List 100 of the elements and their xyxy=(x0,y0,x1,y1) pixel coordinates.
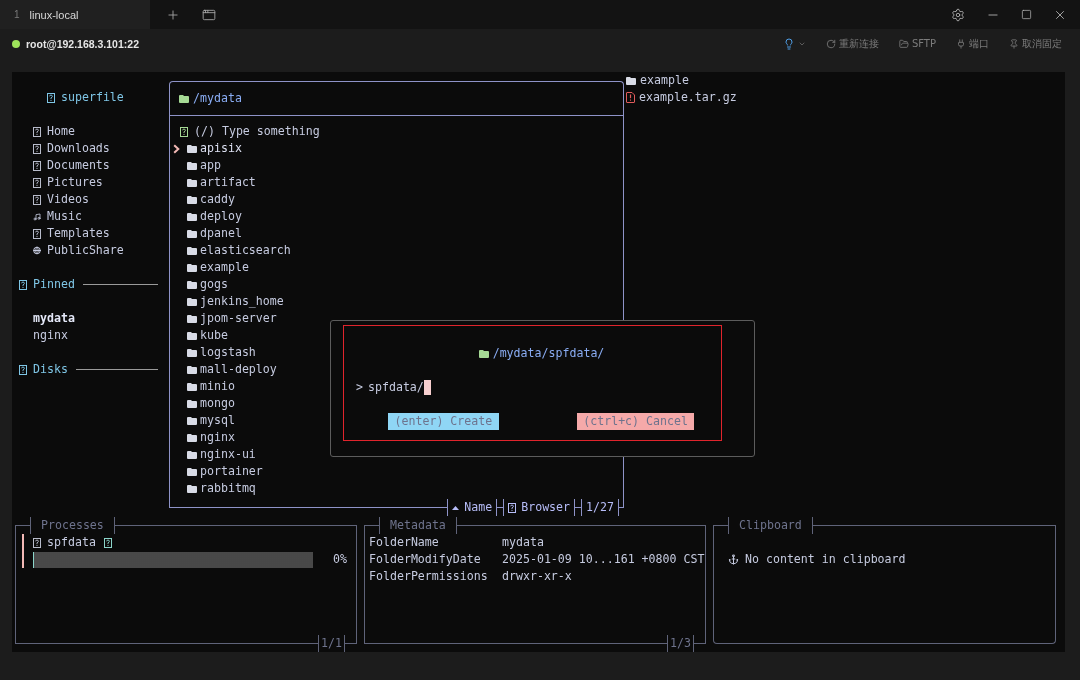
refresh-icon xyxy=(825,38,836,49)
file-item[interactable]: jpom-server xyxy=(170,310,281,327)
empty-message: No content in clipboard xyxy=(745,551,906,568)
pinned-item[interactable]: mydata xyxy=(12,310,169,327)
metadata-key: FolderName xyxy=(369,534,502,551)
missing-glyph-icon xyxy=(33,228,41,239)
file-item[interactable]: elasticsearch xyxy=(170,242,295,259)
search-field[interactable]: (/) Type something xyxy=(194,123,334,140)
preview-item: example.tar.gz xyxy=(639,89,737,106)
file-item[interactable]: minio xyxy=(170,378,239,395)
file-item[interactable]: caddy xyxy=(170,191,239,208)
sidebar-item[interactable]: PublicShare xyxy=(12,242,169,259)
missing-glyph-icon xyxy=(19,364,27,375)
port-button[interactable]: 端口 xyxy=(956,36,989,51)
sidebar-item[interactable]: Music xyxy=(12,208,169,225)
sidebar-item[interactable]: Pictures xyxy=(12,174,169,191)
window-icon[interactable] xyxy=(202,7,216,22)
missing-glyph-icon xyxy=(33,143,41,154)
sidebar-item[interactable]: Documents xyxy=(12,157,169,174)
path-text: /mydata xyxy=(193,90,242,107)
folder-icon xyxy=(187,433,197,442)
file-item[interactable]: deploy xyxy=(170,208,246,225)
mode-label: Browser xyxy=(521,499,571,516)
missing-glyph-icon xyxy=(508,502,517,513)
dialog-path: /mydata/spfdata/ xyxy=(492,345,605,362)
progress-reading: 0% xyxy=(333,551,347,568)
settings-icon[interactable] xyxy=(951,7,965,22)
sidebar-item[interactable]: Videos xyxy=(12,191,169,208)
sftp-button[interactable]: SFTP xyxy=(898,38,936,49)
file-item[interactable]: nginx xyxy=(170,429,239,446)
folder-icon xyxy=(187,178,197,187)
file-item[interactable]: nginx-ui xyxy=(170,446,260,463)
folder-icon xyxy=(187,467,197,476)
missing-glyph-icon xyxy=(33,194,41,205)
file-item[interactable]: example xyxy=(170,259,253,276)
file-item[interactable]: app xyxy=(170,157,225,174)
folder-icon xyxy=(187,348,197,357)
folder-icon xyxy=(187,450,197,459)
folder-icon xyxy=(478,349,489,358)
app-title: superfile xyxy=(61,89,124,106)
host-label: root@192.168.3.101:22 xyxy=(26,37,139,50)
sidebar-item[interactable]: Templates xyxy=(12,225,169,242)
folder-icon xyxy=(187,314,197,323)
lightbulb-button[interactable] xyxy=(782,37,806,50)
missing-glyph-icon xyxy=(33,537,41,548)
reconnect-button[interactable]: 重新连接 xyxy=(825,36,879,51)
unpin-button[interactable]: 取消固定 xyxy=(1009,36,1062,51)
sidebar-item[interactable]: Downloads xyxy=(12,140,169,157)
folder-icon xyxy=(187,246,197,255)
file-item[interactable]: mysql xyxy=(170,412,239,429)
folder-icon xyxy=(626,76,636,85)
folder-icon xyxy=(187,416,197,425)
file-item[interactable]: apisix xyxy=(170,140,246,157)
folder-icon xyxy=(187,484,197,493)
file-item[interactable]: gogs xyxy=(170,276,232,293)
file-item[interactable]: dpanel xyxy=(170,225,246,242)
file-item[interactable]: jenkins_home xyxy=(170,293,288,310)
missing-glyph-icon xyxy=(19,279,27,290)
metadata-key: FolderModifyDate xyxy=(369,551,502,568)
missing-glyph-icon xyxy=(33,177,41,188)
metadata-value: mydata xyxy=(502,534,545,551)
folder-icon xyxy=(187,297,197,306)
missing-glyph-icon xyxy=(47,92,55,103)
prompt-symbol: > xyxy=(356,379,363,396)
file-item[interactable]: rabbitmq xyxy=(170,480,260,497)
section-title: Pinned xyxy=(33,276,75,293)
folder-icon xyxy=(898,38,909,49)
input-field[interactable]: spfdata/ xyxy=(368,379,431,396)
item-count: 1/27 xyxy=(586,499,614,516)
folder-icon xyxy=(187,331,197,340)
anchor-icon xyxy=(728,554,739,565)
tab[interactable]: 1 linux-local xyxy=(0,0,150,29)
folder-icon xyxy=(187,212,197,221)
sort-label: Name xyxy=(464,499,493,516)
maximize-icon[interactable] xyxy=(1021,9,1032,20)
preview-item: example xyxy=(640,72,689,89)
folder-icon xyxy=(187,399,197,408)
panel-title: Metadata xyxy=(379,517,457,534)
metadata-key: FolderPermissions xyxy=(369,568,502,585)
file-item[interactable]: mall-deploy xyxy=(170,361,281,378)
music-note-icon xyxy=(33,211,41,222)
process-item[interactable]: spfdata 0% xyxy=(22,534,347,568)
folder-icon xyxy=(187,382,197,391)
file-item[interactable]: portainer xyxy=(170,463,267,480)
file-item[interactable]: artifact xyxy=(170,174,260,191)
sidebar-item[interactable]: Home xyxy=(12,123,169,140)
folder-icon xyxy=(187,195,197,204)
add-tab-icon[interactable] xyxy=(166,7,180,22)
globe-icon xyxy=(33,246,41,255)
file-item[interactable]: logstash xyxy=(170,344,260,361)
panel-title: Clipboard xyxy=(728,517,813,534)
pin-icon xyxy=(1009,38,1019,49)
file-item[interactable]: kube xyxy=(170,327,232,344)
folder-icon xyxy=(187,365,197,374)
pinned-item[interactable]: nginx xyxy=(12,327,169,344)
panel-title: Processes xyxy=(30,517,115,534)
folder-icon xyxy=(187,161,197,170)
file-item[interactable]: mongo xyxy=(170,395,239,412)
folder-icon xyxy=(179,94,189,103)
folder-icon xyxy=(187,144,197,153)
